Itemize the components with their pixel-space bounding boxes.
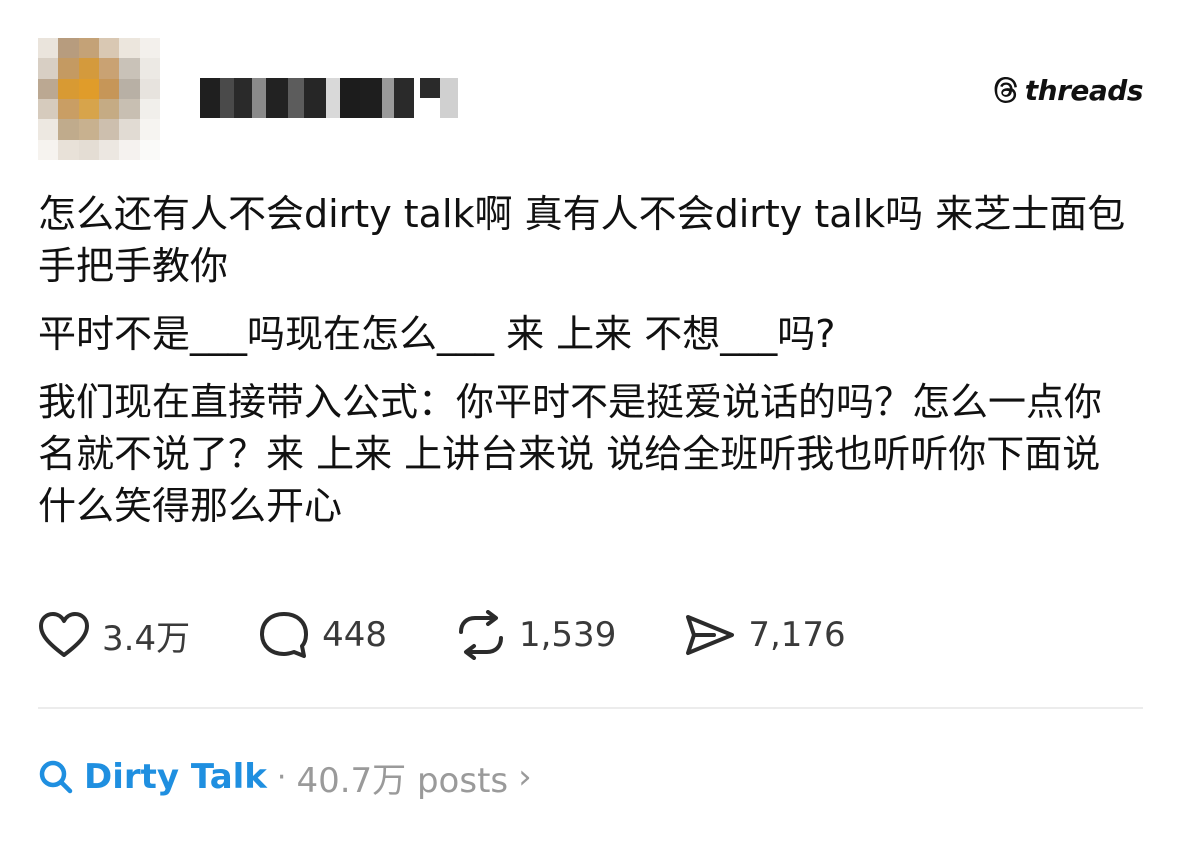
avatar-pixel xyxy=(119,139,140,160)
threads-wordmark: threads xyxy=(1024,73,1144,107)
threads-logo: threads xyxy=(993,68,1144,112)
search-icon xyxy=(39,760,73,794)
topic-link[interactable]: Dirty Talk · 40.7万 posts › xyxy=(38,750,532,804)
avatar-pixel xyxy=(38,139,59,160)
avatar-pixel xyxy=(78,99,99,120)
comment-button[interactable]: 448 xyxy=(258,610,387,660)
threads-icon xyxy=(994,77,1017,103)
repost-count: 1,539 xyxy=(518,615,617,655)
avatar-pixel xyxy=(99,99,120,120)
avatar-pixel xyxy=(78,78,99,99)
divider xyxy=(38,707,1143,709)
topic-name[interactable]: Dirty Talk xyxy=(84,757,267,797)
avatar-pixel xyxy=(58,58,79,79)
avatar-pixel xyxy=(78,119,99,140)
comment-count: 448 xyxy=(322,615,387,655)
topic-post-count: 40.7万 posts xyxy=(296,760,509,801)
avatar-pixel xyxy=(139,78,160,99)
avatar-pixel xyxy=(99,38,120,59)
avatar-pixel xyxy=(99,119,120,140)
share-count: 7,176 xyxy=(748,615,846,655)
avatar-pixel xyxy=(38,58,59,79)
avatar-pixel xyxy=(38,119,59,140)
avatar-pixel xyxy=(78,38,99,59)
post-paragraph: 怎么还有人不会dirty talk啊 真有人不会dirty talk吗 来芝士面… xyxy=(38,192,1126,288)
topic-separator: · xyxy=(276,759,287,795)
avatar-pixel xyxy=(119,38,140,59)
repost-icon xyxy=(458,610,503,660)
avatar-pixel xyxy=(139,119,160,140)
avatar-pixel xyxy=(38,99,59,120)
avatar-pixel xyxy=(99,78,120,99)
avatar-pixel xyxy=(139,99,160,120)
avatar-pixel xyxy=(58,38,79,59)
avatar-pixel xyxy=(99,58,120,79)
heart-icon xyxy=(39,612,89,657)
avatar[interactable] xyxy=(38,38,160,160)
repost-button[interactable]: 1,539 xyxy=(455,610,616,660)
like-button[interactable]: 3.4万 xyxy=(38,611,190,660)
username-blurred-suffix xyxy=(360,78,458,118)
avatar-pixel xyxy=(119,78,140,99)
avatar-pixel xyxy=(58,139,79,160)
avatar-pixel xyxy=(139,139,160,160)
avatar-pixel xyxy=(78,139,99,160)
avatar-pixel xyxy=(119,99,140,120)
post-paragraph: 我们现在直接带入公式：你平时不是挺爱说话的吗？怎么一点你名就不说了？来 上来 上… xyxy=(38,380,1103,528)
username-blurred[interactable] xyxy=(200,78,360,118)
chevron-right-icon: › xyxy=(518,757,532,797)
send-icon xyxy=(686,615,735,655)
like-count: 3.4万 xyxy=(102,618,191,659)
comment-bubble-icon xyxy=(260,612,309,658)
avatar-pixel xyxy=(58,99,79,120)
avatar-pixel xyxy=(38,78,59,99)
post-paragraph: 平时不是___吗现在怎么___ 来 上来 不想___吗? xyxy=(38,312,836,356)
avatar-pixel xyxy=(139,38,160,59)
avatar-pixel xyxy=(58,78,79,99)
share-button[interactable]: 7,176 xyxy=(684,611,846,659)
avatar-pixel xyxy=(119,119,140,140)
avatar-pixel xyxy=(78,58,99,79)
username-blurred-dot xyxy=(420,78,440,98)
avatar-pixel xyxy=(119,58,140,79)
avatar-pixel xyxy=(58,119,79,140)
avatar-pixel xyxy=(139,58,160,79)
avatar-pixel xyxy=(99,139,120,160)
post-body: 怎么还有人不会dirty talk啊 真有人不会dirty talk吗 来芝士面… xyxy=(38,188,1138,548)
post-actions: 3.4万 448 1,539 7,176 xyxy=(38,605,914,665)
avatar-pixel xyxy=(38,38,59,59)
